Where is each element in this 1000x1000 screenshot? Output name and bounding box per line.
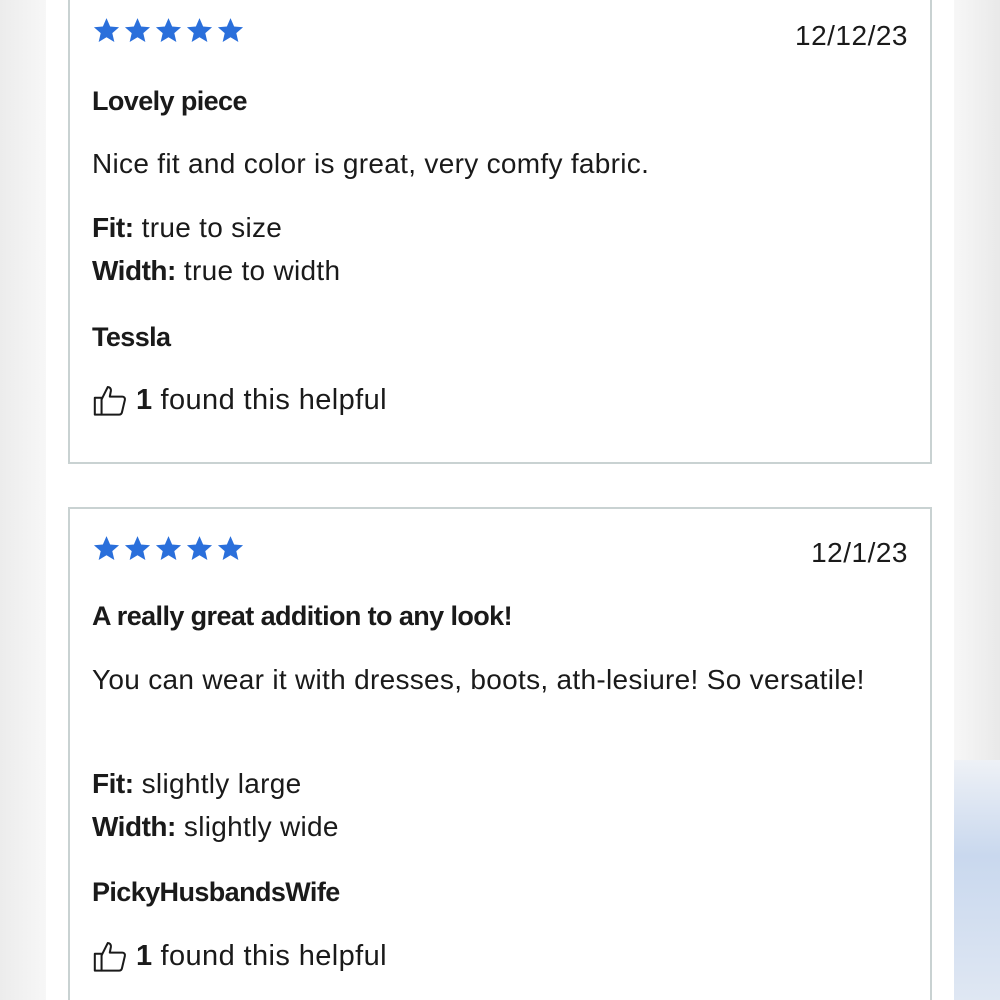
star-icon: [124, 536, 151, 560]
width-label: Width:: [92, 255, 176, 286]
star-icon: [186, 18, 213, 42]
fit-value: slightly large: [141, 768, 302, 799]
review-card: 12/12/23 Lovely piece Nice fit and color…: [68, 0, 932, 464]
star-icon: [217, 536, 244, 560]
star-icon: [93, 536, 120, 560]
fit-rating: Fit: slightly large: [92, 768, 301, 800]
review-body: Nice fit and color is great, very comfy …: [92, 148, 650, 179]
fit-label: Fit:: [92, 768, 134, 799]
width-value: slightly wide: [183, 811, 339, 842]
thumbs-up-icon: [93, 942, 126, 972]
review-author: PickyHusbandsWife: [92, 877, 340, 907]
review-date: 12/12/23: [795, 20, 908, 51]
star-icon: [155, 18, 182, 42]
review-title: A really great addition to any look!: [92, 601, 513, 631]
helpful-button[interactable]: 1 found this helpful: [92, 382, 387, 418]
review-body: You can wear it with dresses, boots, ath…: [92, 664, 865, 695]
width-rating: Width: true to width: [92, 255, 340, 287]
helpful-count: 1: [136, 939, 153, 972]
fit-value: true to size: [141, 212, 283, 243]
star-icon: [217, 18, 244, 42]
review-title: Lovely piece: [92, 86, 247, 116]
star-rating: [92, 16, 245, 45]
review-card: 12/1/23 A really great addition to any l…: [68, 507, 932, 1000]
star-icon: [124, 18, 151, 42]
helpful-button[interactable]: 1 found this helpful: [92, 938, 387, 974]
review-author: Tessla: [92, 322, 171, 352]
width-label: Width:: [92, 811, 176, 842]
width-value: true to width: [183, 255, 341, 286]
helpful-text: found this helpful: [160, 939, 388, 972]
width-rating: Width: slightly wide: [92, 811, 339, 843]
fit-rating: Fit: true to size: [92, 212, 282, 244]
screen: 12/12/23 Lovely piece Nice fit and color…: [0, 0, 1000, 1000]
star-icon: [93, 18, 120, 42]
star-rating: [92, 534, 245, 563]
helpful-count: 1: [136, 383, 153, 416]
fit-label: Fit:: [92, 212, 134, 243]
helpful-text: found this helpful: [160, 383, 388, 416]
background-edge: [954, 760, 1000, 1000]
review-date: 12/1/23: [811, 537, 908, 568]
thumbs-up-icon: [93, 386, 126, 416]
star-icon: [155, 536, 182, 560]
star-icon: [186, 536, 213, 560]
